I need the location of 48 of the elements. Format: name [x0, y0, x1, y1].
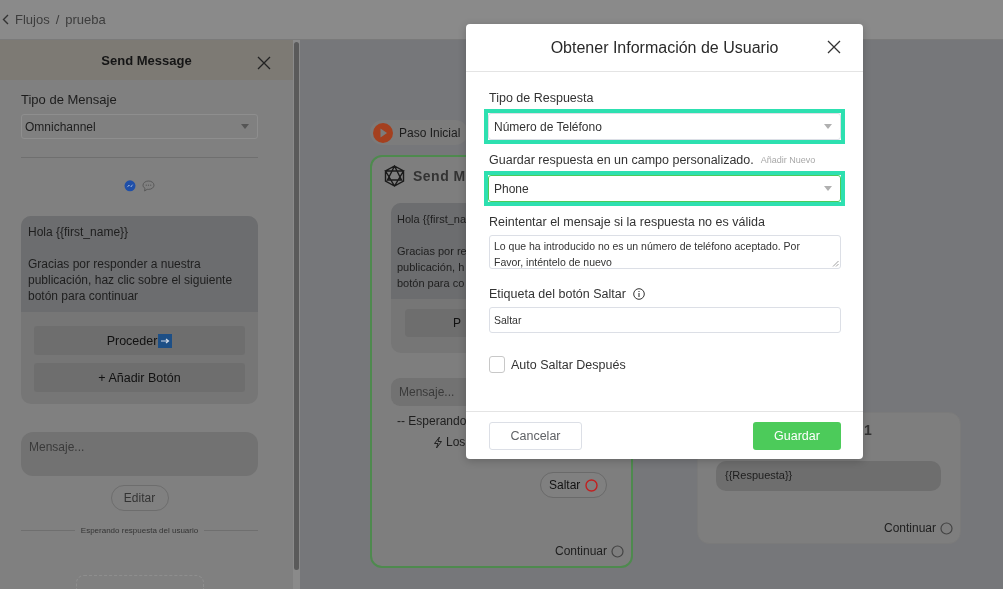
info-icon[interactable]: [632, 288, 645, 300]
continue-label: Continuar: [883, 521, 936, 535]
edit-button[interactable]: Editar: [110, 485, 169, 511]
field-label: Tipo de Mensaje: [21, 92, 118, 107]
node-title: Send M: [413, 168, 466, 184]
waiting-label: -- Esperando: [397, 414, 468, 428]
select-field[interactable]: Número de Teléfono: [488, 113, 841, 140]
message-text: Hola {{first_name}} Gracias por responder a nuestra publicación, haz clic sobre el siguiente botón para continuar: [21, 216, 258, 312]
waiting-label: Esperando respuesta del usuario: [80, 526, 199, 535]
lightning-icon: [433, 435, 443, 449]
caret-icon: [824, 124, 832, 129]
message-type-select[interactable]: Omnichannel: [21, 114, 258, 139]
resize-grip-icon[interactable]: [832, 260, 839, 267]
message-input[interactable]: Mensaje...: [21, 432, 258, 476]
retry-message-field[interactable]: Lo que ha introducido no es un número de teléfono aceptado. Por Favor, inténtelo de nuevo: [489, 235, 841, 269]
select-field[interactable]: Phone: [488, 175, 841, 202]
skip-label-field[interactable]: Saltar: [489, 307, 841, 333]
trigger-label: Los: [446, 435, 466, 449]
panel-title: Send Message: [101, 52, 192, 68]
save-button[interactable]: Guardar: [753, 421, 841, 450]
variable-text: {{Respuesta}}: [716, 461, 941, 491]
checkbox-label: Auto Saltar Después: [511, 357, 626, 372]
close-button[interactable]: [827, 40, 843, 56]
dialog-title: Obtener Información de Usuario: [550, 38, 779, 57]
add-button[interactable]: + Añadir Botón: [34, 363, 245, 392]
breadcrumb-separator: /: [55, 12, 60, 27]
message-button[interactable]: Proceder: [34, 326, 245, 355]
chat-icon[interactable]: [142, 180, 155, 192]
breadcrumb-current: prueba: [65, 12, 106, 27]
connector-handle[interactable]: [940, 521, 953, 535]
caret-icon: [241, 124, 249, 129]
skip-button[interactable]: Saltar: [540, 472, 608, 498]
connector-handle[interactable]: [585, 478, 599, 492]
start-step[interactable]: Paso Inicial: [370, 120, 469, 145]
scrollbar-thumb[interactable]: [294, 42, 299, 570]
node-title: 1: [864, 422, 872, 438]
play-icon: [373, 122, 393, 143]
connector-handle[interactable]: [611, 544, 624, 558]
add-new-link[interactable]: Añadir Nuevo: [760, 155, 816, 165]
field-label: Tipo de Respuesta: [489, 91, 594, 105]
cancel-button[interactable]: Cancelar: [489, 421, 582, 450]
caret-icon: [824, 186, 832, 191]
continue-label: Continuar: [554, 544, 607, 558]
back-icon[interactable]: [2, 14, 9, 25]
messenger-icon[interactable]: [124, 180, 136, 192]
checkbox[interactable]: [489, 356, 505, 373]
polyhedron-icon: [384, 165, 405, 187]
breadcrumb-link[interactable]: Flujos: [15, 12, 50, 27]
